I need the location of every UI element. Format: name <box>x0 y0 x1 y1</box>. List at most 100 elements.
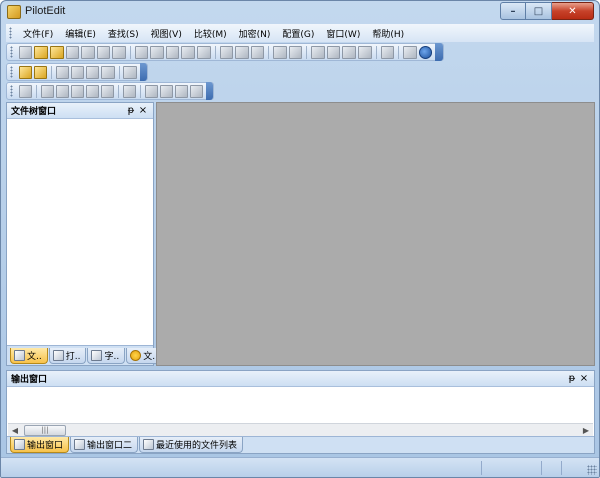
save-all-icon[interactable] <box>81 45 95 59</box>
status-bar <box>1 457 599 477</box>
output-icon <box>14 439 25 450</box>
menu-file[interactable]: 文件(F) <box>17 27 59 40</box>
tab-label: 文.. <box>27 351 42 362</box>
toolbar-overflow-chevron[interactable] <box>205 82 214 100</box>
outdent-icon[interactable] <box>288 45 303 59</box>
format-toolbar <box>6 82 214 100</box>
redo-icon[interactable] <box>150 45 164 59</box>
grip-handle[interactable] <box>9 27 12 39</box>
toolbar-separator <box>268 45 270 59</box>
font-icon <box>91 349 103 361</box>
status-pane <box>481 461 541 475</box>
tools-icon[interactable] <box>380 45 395 59</box>
document-icon[interactable] <box>55 65 70 79</box>
menu-compare[interactable]: 比较(M) <box>188 27 233 40</box>
resize-grip[interactable] <box>587 465 597 475</box>
save-icon[interactable] <box>65 45 80 59</box>
tab-recent-files[interactable]: 最近使用的文件列表 <box>139 437 244 453</box>
tab-label: 输出窗口 <box>27 441 64 451</box>
file-tree-tabs: 文.. 打.. 字.. 文.. <box>7 345 164 365</box>
horizontal-scrollbar[interactable]: ◀ ||| ▶ <box>8 423 593 437</box>
project-icon[interactable] <box>18 65 32 79</box>
record-icon[interactable] <box>55 84 69 98</box>
tab-label: 打.. <box>65 351 81 362</box>
grip-handle[interactable] <box>10 85 13 97</box>
paste-icon[interactable] <box>197 45 211 59</box>
cut-icon[interactable] <box>112 45 126 59</box>
undo-icon[interactable] <box>134 45 149 59</box>
document-up-icon[interactable] <box>86 65 100 79</box>
refresh-icon[interactable] <box>122 84 136 98</box>
minimize-button[interactable]: – <box>500 2 526 20</box>
menu-search[interactable]: 查找(S) <box>102 27 145 40</box>
panel-close-icon[interactable]: × <box>578 373 590 384</box>
toolbar-separator <box>51 65 52 79</box>
help-icon[interactable] <box>418 45 433 59</box>
tab-output-1[interactable]: 输出窗口 <box>10 437 70 453</box>
close-button[interactable]: ✕ <box>552 2 594 20</box>
column-icon[interactable] <box>189 84 203 98</box>
collapse-icon[interactable] <box>174 84 188 98</box>
compare-prev-icon[interactable] <box>358 45 372 59</box>
compare-icon[interactable] <box>326 45 341 59</box>
toolbar-separator <box>139 84 141 98</box>
expand-icon[interactable] <box>159 84 173 98</box>
panel-close-icon[interactable]: × <box>137 105 149 116</box>
toolbar-separator <box>35 84 37 98</box>
indent-icon[interactable] <box>273 45 287 59</box>
line-number-icon[interactable] <box>18 84 32 98</box>
folder-tree-icon <box>14 349 25 361</box>
tab-file-tree[interactable]: 文.. <box>10 347 48 364</box>
new-file-icon[interactable] <box>18 45 33 59</box>
toolbar-overflow-chevron[interactable] <box>435 43 443 61</box>
output-tabs: 输出窗口 输出窗口二 最近使用的文件列表 <box>7 436 594 453</box>
menu-edit[interactable]: 编辑(E) <box>59 27 102 40</box>
copy-icon[interactable] <box>181 45 196 59</box>
pin-icon[interactable]: ᵽ <box>566 373 578 384</box>
find-icon[interactable] <box>219 45 234 59</box>
output-header: 输出窗口 ᵽ × <box>7 371 594 387</box>
menu-window[interactable]: 窗口(W) <box>320 27 366 40</box>
select-icon[interactable] <box>40 84 54 98</box>
tab-output-2[interactable]: 输出窗口二 <box>70 437 139 453</box>
tab-label: 字.. <box>104 351 120 362</box>
open-folder-icon[interactable] <box>50 45 64 59</box>
toolbar-separator <box>118 65 120 79</box>
toolbar-separator <box>214 45 216 59</box>
project-open-icon[interactable] <box>33 65 48 79</box>
menu-config[interactable]: 配置(G) <box>276 27 320 40</box>
tab-fonts[interactable]: 字.. <box>87 347 126 364</box>
hex-icon[interactable] <box>250 45 265 59</box>
binary-icon[interactable] <box>403 45 417 59</box>
toolbar-separator <box>129 45 131 59</box>
scissors-icon[interactable] <box>165 45 180 59</box>
wrap-icon[interactable] <box>100 84 114 98</box>
tab-open-files[interactable]: 打.. <box>48 347 87 364</box>
output-body[interactable] <box>8 388 593 422</box>
document-list-icon[interactable] <box>101 65 115 79</box>
pin-icon[interactable]: ᵽ <box>125 105 137 116</box>
menu-view[interactable]: 视图(V) <box>145 27 188 40</box>
run-icon[interactable] <box>123 65 137 79</box>
replace-icon[interactable] <box>235 45 249 59</box>
sort-az-icon[interactable] <box>70 84 84 98</box>
document-down-icon[interactable] <box>71 65 85 79</box>
open-file-icon[interactable] <box>34 45 49 59</box>
document-area[interactable] <box>156 102 595 366</box>
compare-next-icon[interactable] <box>342 45 357 59</box>
zoom-icon[interactable] <box>144 84 158 98</box>
grip-handle[interactable] <box>10 66 13 78</box>
file-tree-body[interactable] <box>9 120 151 345</box>
close-file-icon[interactable] <box>96 45 111 59</box>
toolbar-overflow-chevron[interactable] <box>139 63 148 81</box>
menu-help[interactable]: 帮助(H) <box>366 27 410 40</box>
scroll-thumb[interactable]: ||| <box>24 425 66 436</box>
grip-handle[interactable] <box>10 46 13 58</box>
bookmark-icon[interactable] <box>311 45 325 59</box>
menu-encrypt[interactable]: 加密(N) <box>233 27 277 40</box>
move-up-icon[interactable] <box>85 84 99 98</box>
maximize-button[interactable]: □ <box>526 2 552 20</box>
recent-files-icon <box>143 439 155 450</box>
output-panel: 输出窗口 ᵽ × ◀ ||| ▶ 输出窗口 输出窗口二 最近使用的文件列表 <box>6 370 595 454</box>
toolbar-separator <box>117 84 119 98</box>
